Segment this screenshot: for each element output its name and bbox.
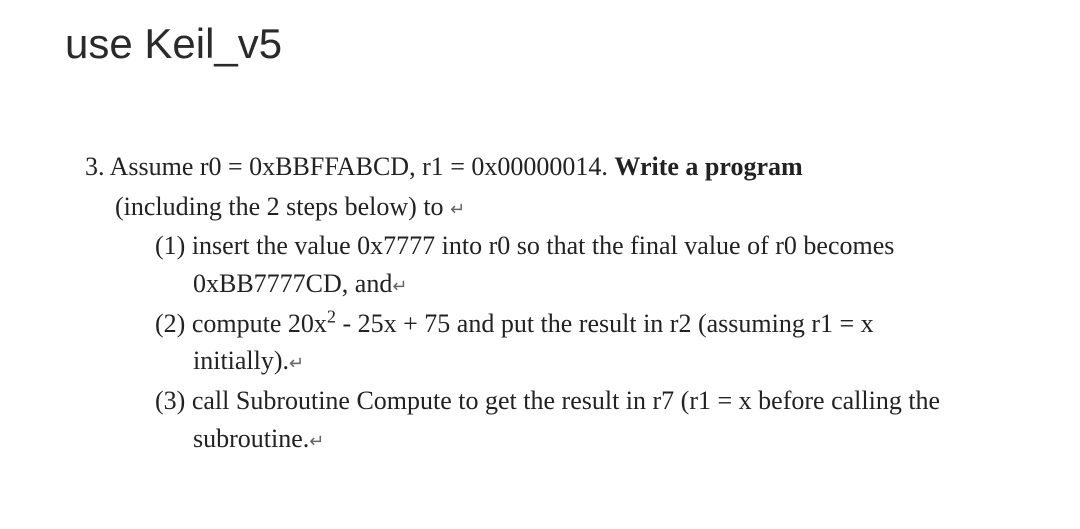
paragraph-mark-icon: ↵ — [309, 431, 324, 451]
paragraph-mark-icon: ↵ — [392, 276, 407, 296]
problem-block: 3. Assume r0 = 0xBBFFABCD, r1 = 0x000000… — [60, 148, 1020, 458]
item-number: (2) — [155, 309, 185, 338]
list-item: (2) compute 20x2 - 25x + 75 and put the … — [155, 305, 990, 380]
problem-sub-intro-text: (including the 2 steps below) to — [115, 192, 444, 221]
item-number: (3) — [155, 386, 185, 415]
problem-intro: 3. Assume r0 = 0xBBFFABCD, r1 = 0x000000… — [85, 148, 990, 186]
problem-intro-bold: Write a program — [614, 152, 802, 181]
superscript: 2 — [327, 306, 336, 326]
problem-number: 3. — [85, 152, 105, 181]
problem-sub-intro: (including the 2 steps below) to ↵ — [85, 188, 990, 226]
paragraph-mark-icon: ↵ — [289, 353, 304, 373]
sub-list: (1) insert the value 0x7777 into r0 so t… — [85, 227, 990, 457]
list-item: (3) call Subroutine Compute to get the r… — [155, 382, 990, 457]
item-text-a: compute 20x — [192, 309, 327, 338]
paragraph-mark-icon: ↵ — [450, 199, 465, 219]
problem-intro-prefix: Assume r0 = 0xBBFFABCD, r1 = 0x00000014. — [110, 152, 615, 181]
item-text: call Subroutine Compute to get the resul… — [192, 386, 940, 453]
item-text: insert the value 0x7777 into r0 so that … — [192, 231, 895, 298]
list-item: (1) insert the value 0x7777 into r0 so t… — [155, 227, 990, 302]
page-title: use Keil_v5 — [65, 20, 1020, 68]
item-number: (1) — [155, 231, 185, 260]
